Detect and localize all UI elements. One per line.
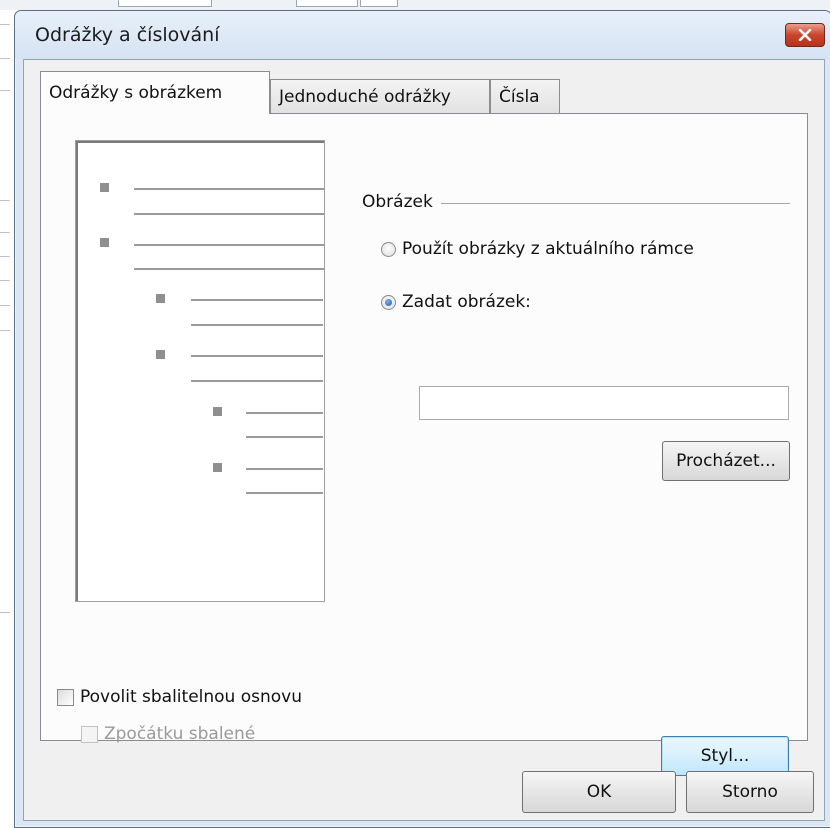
preview-line xyxy=(134,244,324,246)
style-button-label: Styl... xyxy=(700,746,750,766)
preview-line xyxy=(246,468,323,470)
preview-bullet xyxy=(100,183,109,192)
dialog-client-area: Odrážky s obrázkem Jednoduché odrážky Čí… xyxy=(23,59,825,821)
tab-numbers[interactable]: Čísla xyxy=(490,79,560,113)
initially-collapsed: Zpočátku sbalené xyxy=(81,724,255,744)
preview-line xyxy=(191,299,323,301)
preview-line xyxy=(246,412,323,414)
radio-label: Zadat obrázek: xyxy=(402,292,531,312)
ok-button[interactable]: OK xyxy=(522,771,676,813)
preview-line xyxy=(134,188,324,190)
cancel-button[interactable]: Storno xyxy=(686,771,814,813)
tab-label: Odrážky s obrázkem xyxy=(49,83,223,103)
bullet-preview xyxy=(75,140,325,602)
background-toolbar-field xyxy=(118,0,212,7)
preview-bullet xyxy=(100,238,109,247)
preview-line xyxy=(246,492,323,494)
dialog-title: Odrážky a číslování xyxy=(35,24,220,46)
preview-line xyxy=(134,268,324,270)
checkbox-label: Povolit sbalitelnou osnovu xyxy=(80,687,303,707)
preview-line xyxy=(246,436,323,438)
tab-simple-bullets[interactable]: Jednoduché odrážky xyxy=(270,79,490,113)
checkbox-label: Zpočátku sbalené xyxy=(104,724,256,744)
ok-button-label: OK xyxy=(586,782,612,802)
preview-line xyxy=(191,380,323,382)
browse-button-label: Procházet... xyxy=(676,451,776,471)
enable-collapsible-outline[interactable]: Povolit sbalitelnou osnovu xyxy=(57,687,302,707)
preview-line xyxy=(134,213,324,215)
preview-bullet xyxy=(156,350,165,359)
checkbox[interactable] xyxy=(57,688,74,706)
tab-picture-bullets[interactable]: Odrážky s obrázkem xyxy=(40,71,270,114)
preview-bullet xyxy=(213,407,222,416)
tab-label: Čísla xyxy=(499,86,540,107)
close-icon xyxy=(798,29,812,41)
background-left-edge xyxy=(0,0,14,620)
dialog-titlebar[interactable]: Odrážky a číslování xyxy=(15,11,830,59)
preview-line xyxy=(191,355,323,357)
radio-button[interactable] xyxy=(381,241,396,257)
radio-custom-picture[interactable]: Zadat obrázek: xyxy=(381,292,531,312)
preview-bullet xyxy=(156,294,165,303)
picture-path-input[interactable] xyxy=(419,386,789,420)
style-button[interactable]: Styl... xyxy=(661,736,789,776)
background-toolbar xyxy=(0,0,830,10)
tab-label: Jednoduché odrážky xyxy=(279,86,451,107)
checkbox-disabled xyxy=(81,725,98,743)
picture-group-label: Obrázek xyxy=(362,192,441,212)
radio-label: Použít obrázky z aktuálního rámce xyxy=(402,239,694,259)
bullets-numbering-dialog: Odrážky a číslování Odrážky s obrázkem J… xyxy=(14,10,830,828)
background-toolbar-field xyxy=(296,0,358,7)
radio-button-selected[interactable] xyxy=(381,294,396,310)
cancel-button-label: Storno xyxy=(722,782,778,802)
close-button[interactable] xyxy=(785,23,825,47)
tab-panel: Obrázek Použít obrázky z aktuálního rámc… xyxy=(40,113,808,776)
radio-current-frame[interactable]: Použít obrázky z aktuálního rámce xyxy=(381,239,694,259)
preview-line xyxy=(191,324,323,326)
background-toolbar-field xyxy=(360,0,398,7)
browse-button[interactable]: Procházet... xyxy=(662,441,790,481)
preview-bullet xyxy=(213,463,222,472)
